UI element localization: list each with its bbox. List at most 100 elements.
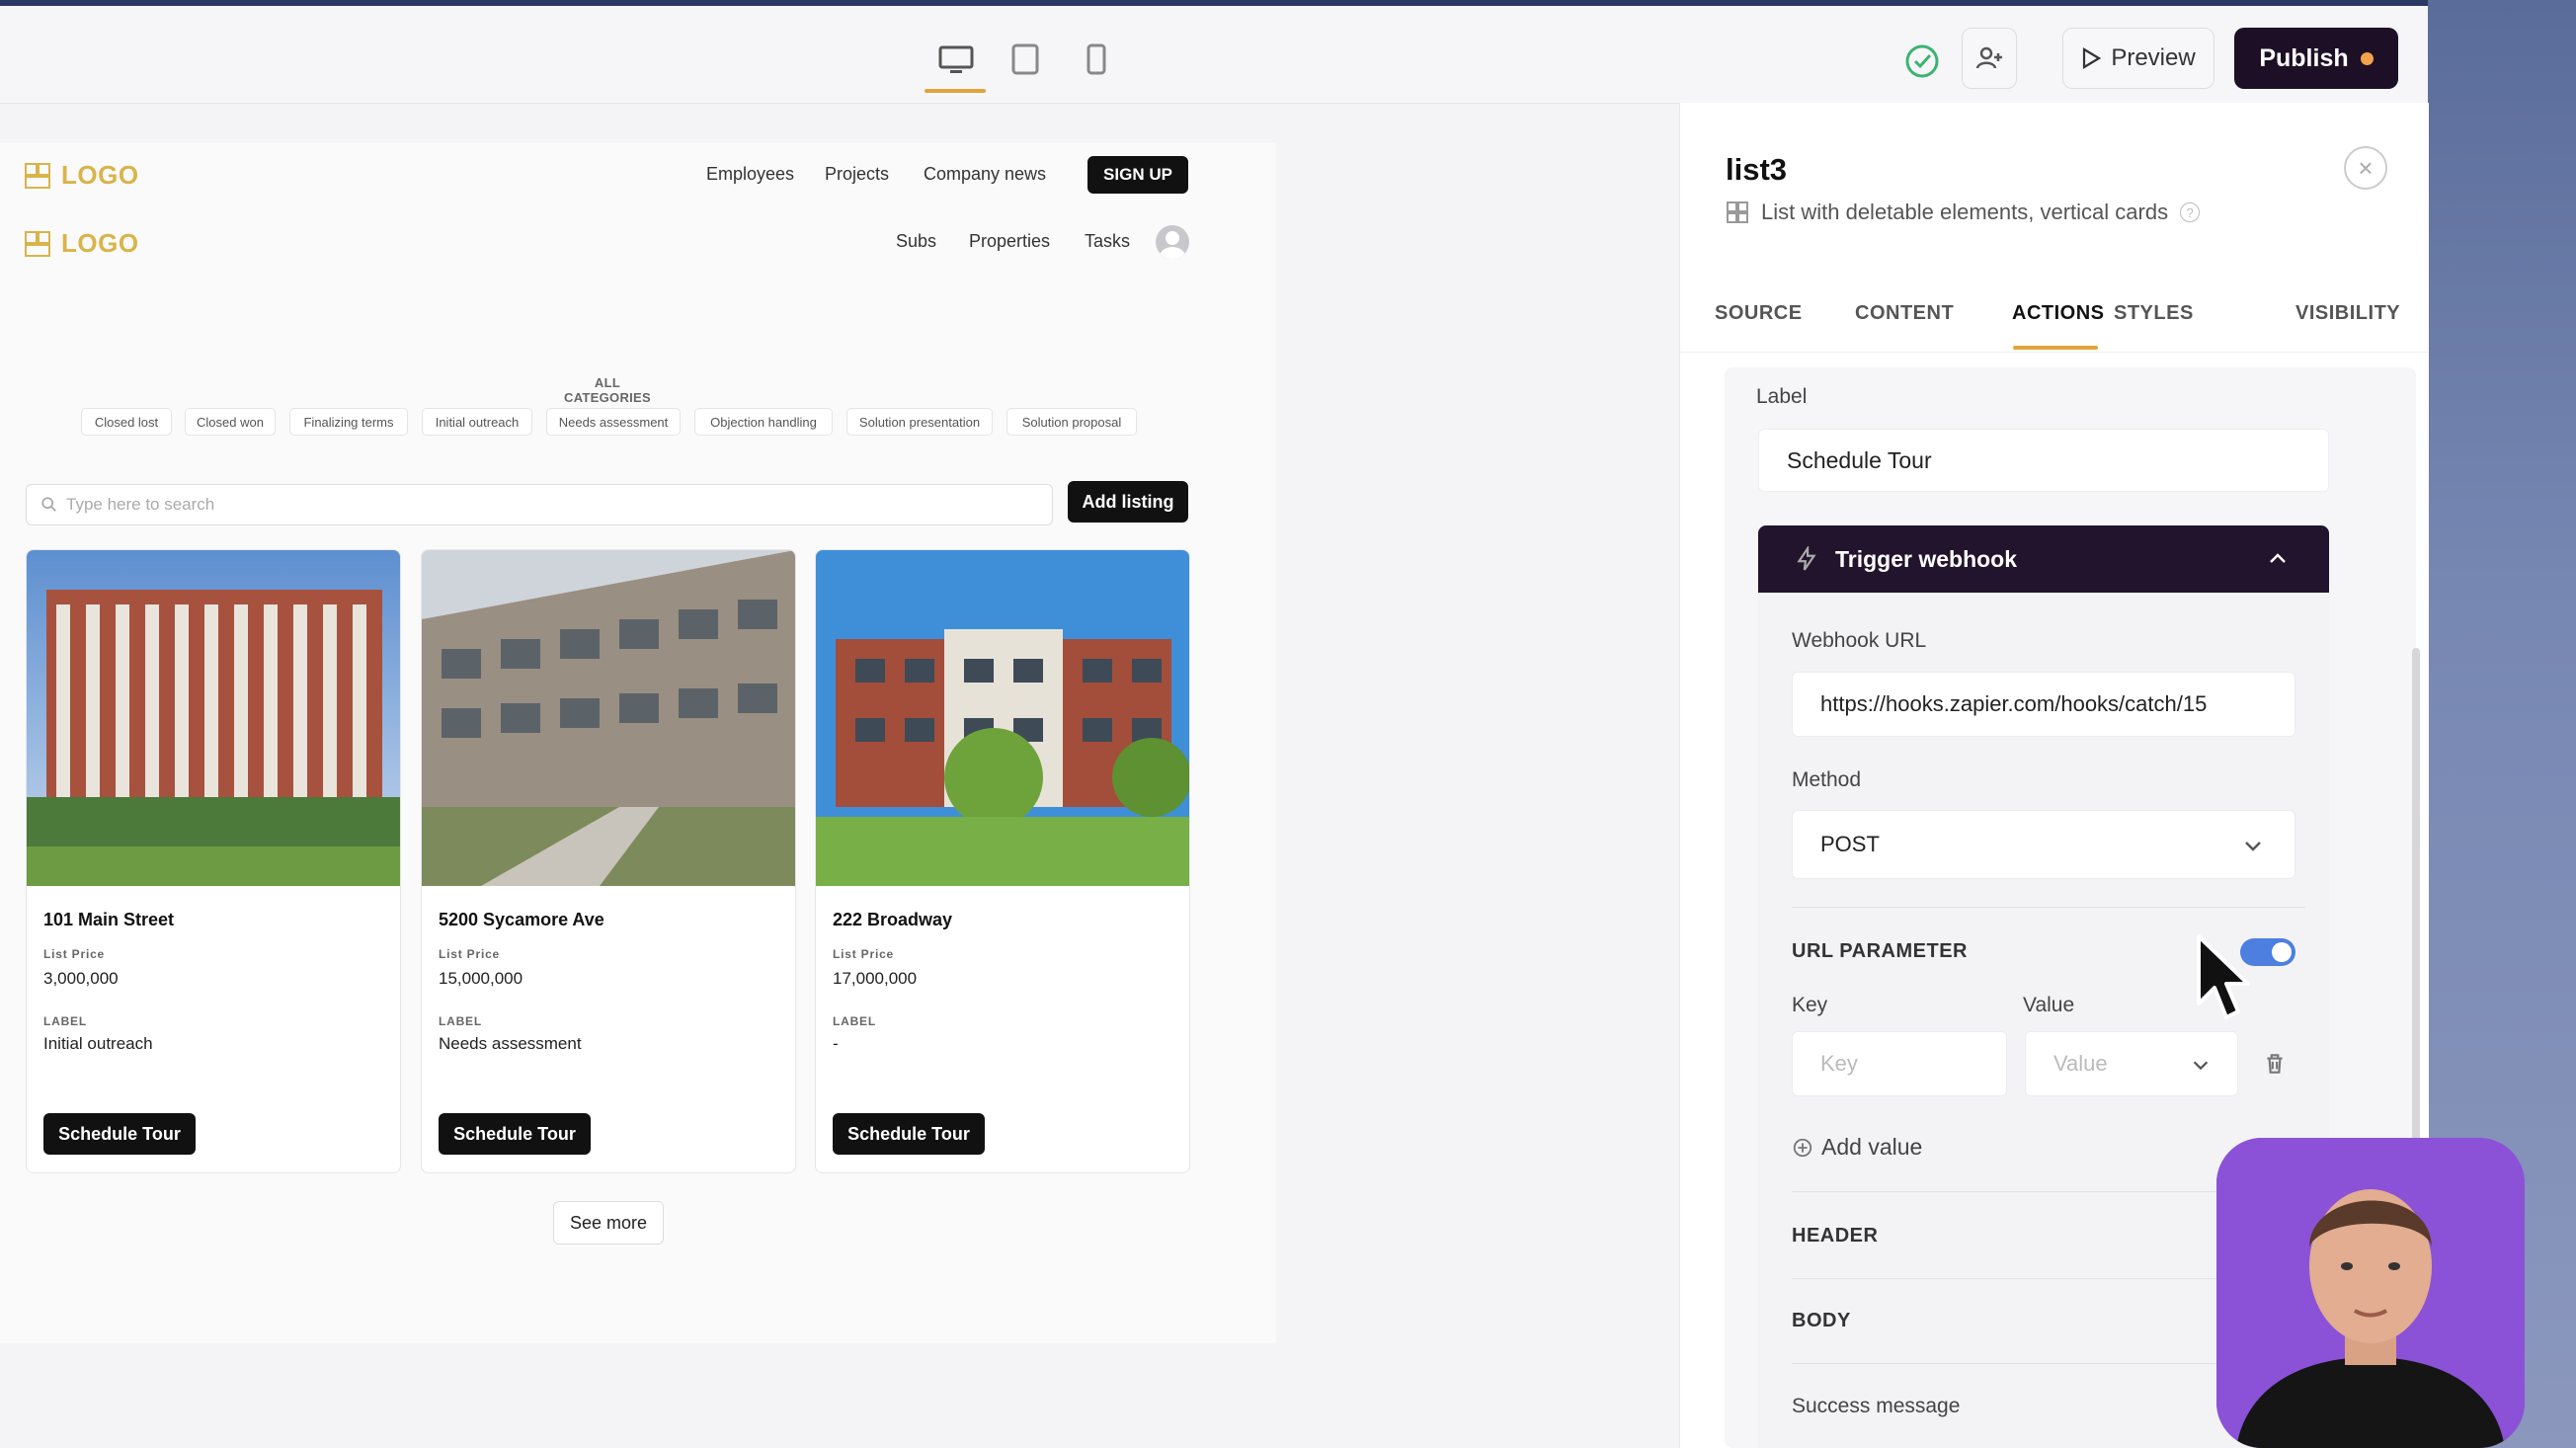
listing-search-input[interactable]: Type here to search: [26, 484, 1053, 525]
grid-icon: [1727, 201, 1748, 223]
tab-divider: [1679, 352, 2428, 353]
category-chip[interactable]: Objection handling: [694, 408, 833, 436]
card-label: Needs assessment: [439, 1034, 582, 1053]
webhook-title: Trigger webhook: [1835, 545, 2018, 572]
webhook-url-label: Webhook URL: [1792, 629, 1927, 652]
bolt-icon: [1797, 546, 1816, 571]
card-price: 3,000,000: [43, 969, 119, 988]
building-photo: [816, 550, 1189, 886]
method-value: POST: [1820, 832, 1880, 856]
preview-label: Preview: [2111, 44, 2196, 71]
card-price: 17,000,000: [833, 969, 918, 988]
card-label-label: LABEL: [439, 1014, 482, 1028]
editor-toolbar: Preview Publish: [0, 6, 2428, 104]
site-logo-secondary[interactable]: LOGO: [24, 228, 139, 259]
tab-source[interactable]: SOURCE: [1715, 302, 1803, 325]
logo-icon: [25, 162, 50, 189]
component-name: list3: [1726, 152, 1788, 187]
component-description: List with deletable elements, vertical c…: [1726, 200, 2201, 225]
method-select[interactable]: POST: [1792, 810, 2295, 879]
signup-button[interactable]: SIGN UP: [1087, 156, 1188, 194]
trash-icon[interactable]: [2262, 1051, 2288, 1077]
close-panel-button[interactable]: ×: [2344, 146, 2387, 190]
unpublished-dot: [2360, 51, 2374, 65]
tablet-view-icon[interactable]: [1004, 40, 1047, 79]
nav-company-news[interactable]: Company news: [924, 164, 1046, 185]
nav-tasks[interactable]: Tasks: [1085, 231, 1130, 252]
see-more-button[interactable]: See more: [553, 1201, 664, 1245]
section-divider: [1792, 907, 2305, 908]
action-label-input[interactable]: Schedule Tour: [1758, 429, 2329, 492]
listing-card: 101 Main Street List Price 3,000,000 LAB…: [26, 549, 401, 1173]
label-field-label: Label: [1756, 385, 1808, 408]
help-icon[interactable]: ?: [2180, 202, 2201, 222]
site-logo[interactable]: LOGO: [24, 160, 139, 191]
card-label: Initial outreach: [43, 1034, 153, 1053]
nav-properties[interactable]: Properties: [969, 231, 1050, 252]
webhook-url-input[interactable]: https://hooks.zapier.com/hooks/catch/15: [1792, 672, 2295, 737]
add-user-icon: [1975, 46, 2002, 69]
listing-card: 222 Broadway List Price 17,000,000 LABEL…: [815, 549, 1190, 1173]
schedule-tour-button[interactable]: Schedule Tour: [43, 1113, 196, 1155]
desktop-view-icon[interactable]: [934, 40, 978, 79]
nav-projects[interactable]: Projects: [825, 164, 889, 185]
tab-visibility[interactable]: VISIBILITY: [2295, 302, 2400, 325]
param-key-input[interactable]: Key: [1792, 1031, 2007, 1096]
webhook-url-value: https://hooks.zapier.com/hooks/catch/15: [1820, 691, 2208, 716]
publish-button[interactable]: Publish: [2234, 28, 2398, 89]
add-value-label: Add value: [1821, 1134, 1923, 1160]
trigger-webhook-header[interactable]: Trigger webhook: [1758, 525, 2329, 593]
add-listing-button[interactable]: Add listing: [1068, 481, 1188, 523]
tab-styles[interactable]: STYLES: [2114, 302, 2194, 325]
nav-subs[interactable]: Subs: [896, 231, 936, 252]
header-section-heading[interactable]: HEADER: [1792, 1225, 1878, 1247]
category-chip[interactable]: Solution presentation: [846, 408, 993, 436]
preview-button[interactable]: Preview: [2062, 28, 2214, 89]
tab-content[interactable]: CONTENT: [1855, 302, 1954, 325]
card-title: 5200 Sycamore Ave: [439, 910, 604, 929]
chevron-down-icon: [2245, 842, 2261, 851]
key-label: Key: [1792, 994, 1828, 1016]
card-price-label: List Price: [833, 947, 895, 961]
chevron-up-icon[interactable]: [2266, 547, 2290, 571]
plus-circle-icon: [1793, 1138, 1812, 1157]
card-label-label: LABEL: [833, 1014, 876, 1028]
webcam-overlay: [2216, 1138, 2525, 1448]
card-title: 101 Main Street: [43, 910, 175, 929]
tab-actions[interactable]: ACTIONS: [2012, 302, 2105, 325]
publish-label: Publish: [2259, 43, 2349, 72]
search-placeholder: Type here to search: [66, 495, 215, 514]
nav-employees[interactable]: Employees: [706, 164, 794, 185]
card-price: 15,000,000: [439, 969, 523, 988]
active-view-indicator: [925, 89, 986, 93]
logo-text: LOGO: [61, 160, 139, 190]
categories-title: ALL CATEGORIES: [564, 375, 651, 405]
url-parameter-heading: URL PARAMETER: [1792, 940, 1968, 962]
value-label: Value: [2023, 994, 2075, 1016]
category-chip[interactable]: Initial outreach: [422, 408, 532, 436]
schedule-tour-button[interactable]: Schedule Tour: [833, 1113, 985, 1155]
mouse-cursor-icon: [2197, 934, 2250, 1019]
card-title: 222 Broadway: [833, 910, 953, 929]
category-chip[interactable]: Needs assessment: [546, 408, 681, 436]
invite-user-button[interactable]: [1962, 28, 2017, 89]
method-label: Method: [1792, 768, 1862, 791]
building-photo: [422, 550, 795, 886]
listing-card: 5200 Sycamore Ave List Price 15,000,000 …: [421, 549, 796, 1173]
success-message-label: Success message: [1792, 1395, 1961, 1417]
card-price-label: List Price: [43, 947, 106, 961]
user-avatar[interactable]: [1156, 225, 1189, 259]
category-chip[interactable]: Finalizing terms: [289, 408, 408, 436]
param-value-select[interactable]: Value: [2025, 1031, 2238, 1096]
add-value-button[interactable]: Add value: [1792, 1134, 1922, 1161]
schedule-tour-button[interactable]: Schedule Tour: [439, 1113, 591, 1155]
component-subtitle: List with deletable elements, vertical c…: [1761, 200, 2169, 224]
category-chip[interactable]: Solution proposal: [1006, 408, 1137, 436]
panel-scrollbar[interactable]: [2412, 648, 2420, 1162]
category-chip[interactable]: Closed lost: [81, 408, 172, 436]
mobile-view-icon[interactable]: [1075, 40, 1118, 79]
category-chip[interactable]: Closed won: [185, 408, 276, 436]
body-section-heading[interactable]: BODY: [1792, 1310, 1851, 1332]
value-placeholder: Value: [2053, 1051, 2108, 1076]
close-icon: ×: [2358, 152, 2374, 183]
